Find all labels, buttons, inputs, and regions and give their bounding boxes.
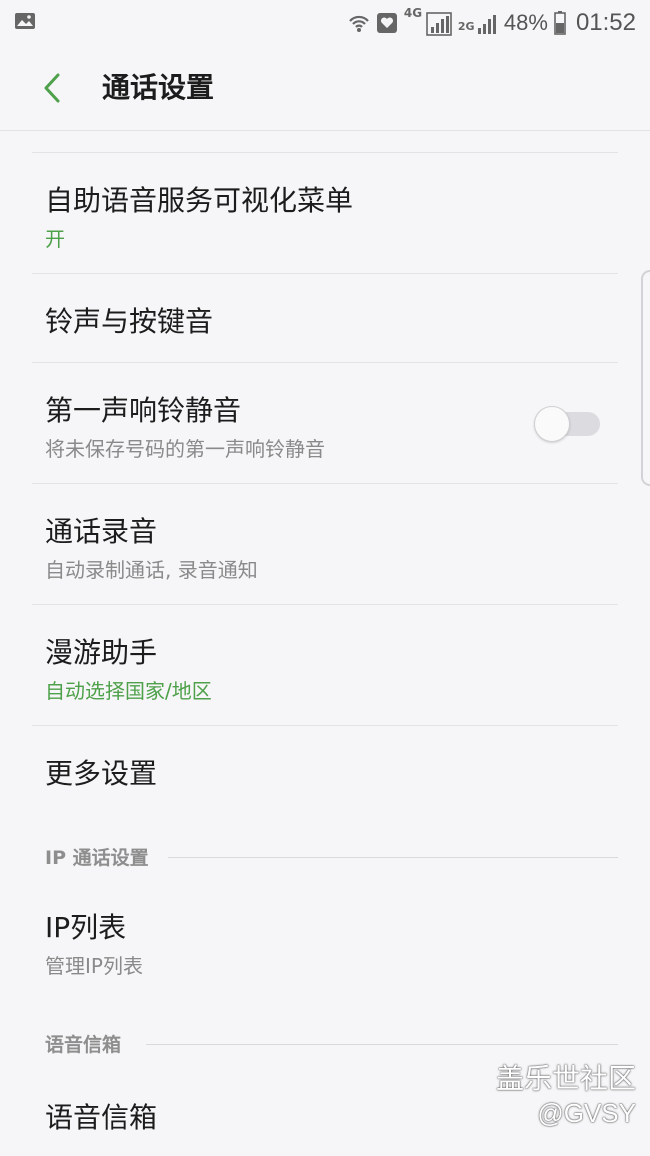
setting-title: IP列表 (45, 911, 127, 944)
setting-title: 自助语音服务可视化菜单 (45, 184, 354, 217)
setting-title: 语音信箱 (45, 1101, 158, 1134)
setting-title: 铃声与按键音 (45, 305, 214, 338)
watermark-brand: 盖乐世社区 (495, 1062, 636, 1095)
setting-ringtones[interactable]: 铃声与按键音 (0, 274, 650, 362)
setting-description: 将未保存号码的第一声响铃静音 (45, 437, 325, 461)
call-settings-screen: 4G 2G 48% 01:52 通话设置 自助语音服务可视化菜单 开 铃声与按键… (0, 0, 650, 1156)
section-divider (168, 857, 618, 858)
battery-icon (554, 11, 566, 35)
setting-title: 漫游助手 (45, 636, 158, 669)
first-ring-mute-toggle[interactable] (534, 406, 600, 442)
setting-roaming-assistant[interactable]: 漫游助手 自动选择国家/地区 (0, 605, 650, 725)
signal-4g: 4G (403, 6, 452, 38)
setting-more-settings[interactable]: 更多设置 (0, 726, 650, 816)
gallery-icon (15, 13, 35, 29)
setting-status: 开 (45, 227, 65, 251)
network-4g-label: 4G (403, 6, 423, 20)
section-divider (146, 1044, 618, 1045)
page-title: 通话设置 (102, 71, 215, 104)
app-bar: 通话设置 (0, 46, 650, 131)
scroll-indicator[interactable] (641, 270, 650, 486)
setting-description: 自动录制通话, 录音通知 (45, 558, 258, 582)
section-header-ip-call: IP 通话设置 (45, 847, 149, 869)
setting-status: 自动选择国家/地区 (45, 679, 212, 703)
signal-strength-icon (426, 12, 452, 36)
setting-ip-list[interactable]: IP列表 管理IP列表 (0, 880, 650, 1000)
setting-title: 更多设置 (45, 757, 158, 790)
setting-first-ring-mute[interactable]: 第一声响铃静音 将未保存号码的第一声响铃静音 (0, 363, 650, 483)
setting-title: 通话录音 (45, 515, 158, 548)
signal-strength-2g-icon (477, 15, 496, 34)
status-bar: 4G 2G 48% 01:52 (0, 0, 650, 46)
watermark: 盖乐世社区 @GVSY (496, 1062, 636, 1130)
setting-title: 第一声响铃静音 (45, 394, 242, 427)
chevron-left-icon (44, 73, 60, 103)
signal-2g: 2G (458, 8, 498, 38)
toggle-thumb (534, 406, 570, 442)
wifi-hotspot-icon (349, 15, 369, 32)
back-button[interactable] (30, 64, 74, 112)
watermark-handle: @GVSY (537, 1098, 636, 1128)
clock: 01:52 (575, 9, 636, 36)
status-icons: 4G 2G 48% 01:52 (348, 0, 636, 46)
network-2g-label: 2G (457, 20, 475, 33)
heart-notification-icon (376, 13, 397, 33)
setting-visual-voice-menu[interactable]: 自助语音服务可视化菜单 开 (0, 153, 650, 273)
battery-percentage: 48% (503, 10, 548, 35)
setting-call-recording[interactable]: 通话录音 自动录制通话, 录音通知 (0, 484, 650, 604)
setting-description: 管理IP列表 (45, 954, 143, 978)
section-header-voicemail: 语音信箱 (45, 1034, 122, 1056)
